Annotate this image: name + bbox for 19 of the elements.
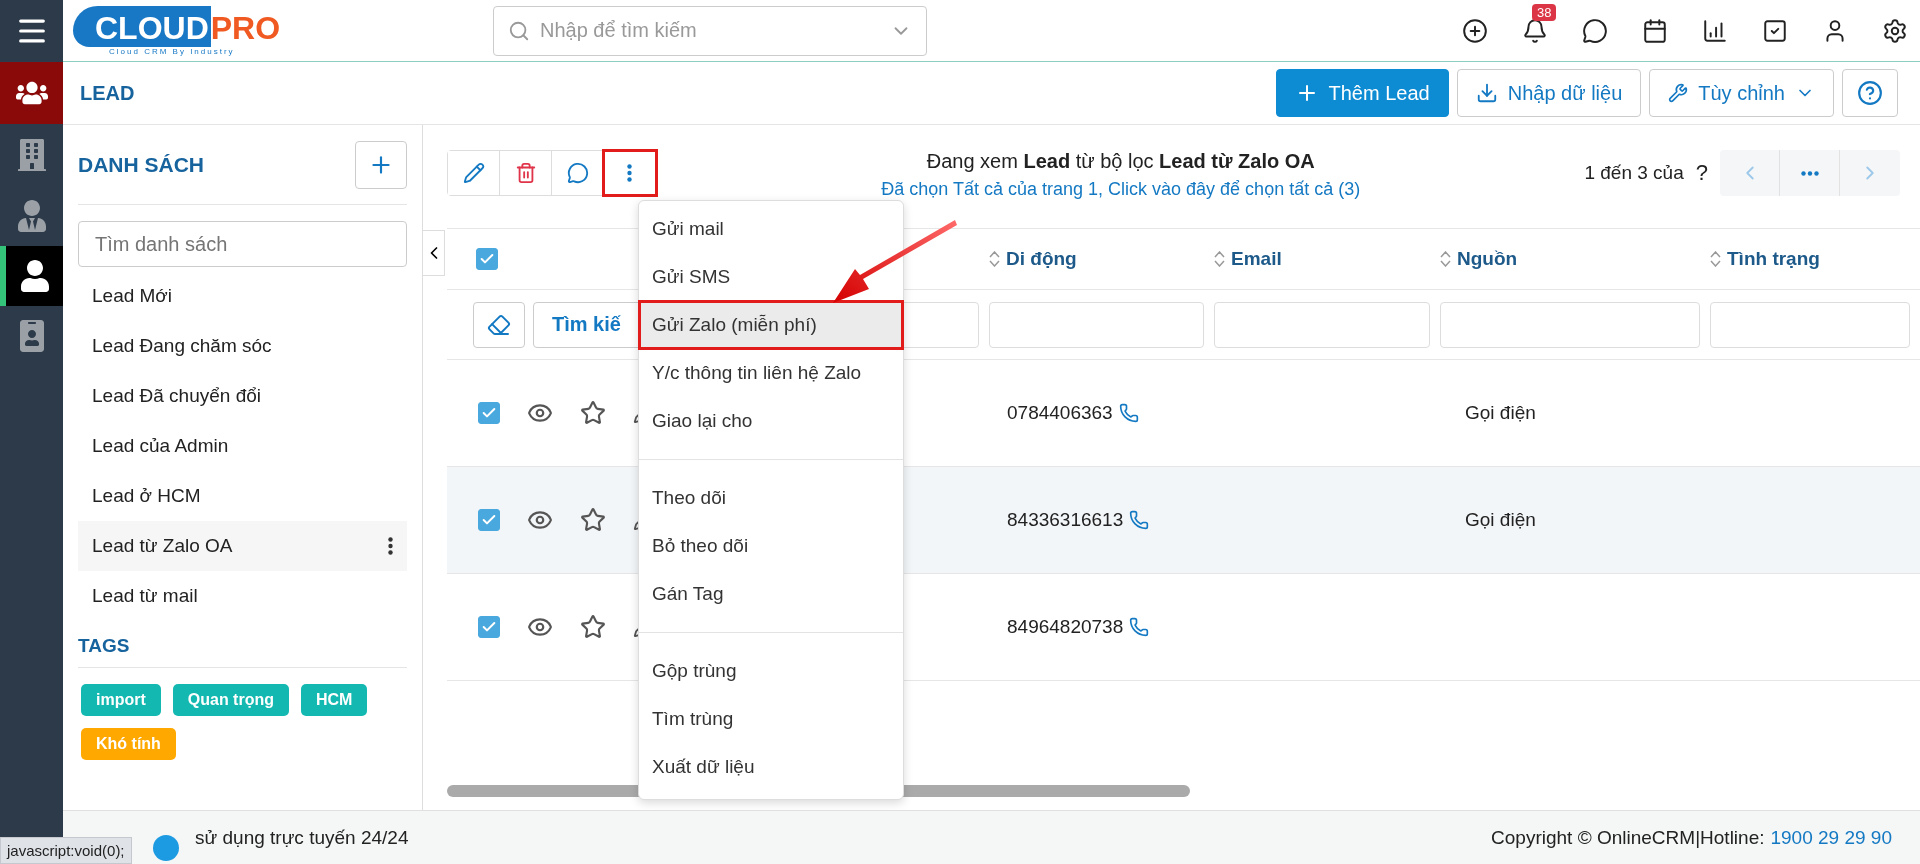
phone-number: 0784406363: [1007, 402, 1113, 424]
search-placeholder: Nhập để tìm kiếm: [540, 19, 698, 42]
page-range: 1 đến 3 của: [1584, 162, 1684, 184]
list-section-title: DANH SÁCH: [78, 152, 204, 177]
notification-badge: 38: [1532, 3, 1557, 21]
source-text: Gọi điện: [1465, 402, 1536, 424]
logo-text: CLOUD: [73, 5, 211, 47]
copyright-text: Copyright © OnlineCRM|Hotline:: [1491, 826, 1765, 849]
tags-title: TAGS: [78, 635, 130, 656]
phone-number: 84964820738: [1007, 616, 1124, 638]
total-count: ?: [1695, 160, 1708, 186]
page-title: LEAD: [80, 81, 135, 105]
support-text: sử dụng trực tuyến 24/24: [195, 826, 409, 849]
source-text: Gọi điện: [1465, 509, 1536, 531]
logo-text: PRO: [210, 9, 281, 47]
logo-tagline: Cloud CRM By Industry: [108, 46, 236, 56]
status-tooltip: javascript:void(0);: [0, 837, 132, 864]
view-info-text: Đang xem Lead từ bộ lọc Lead từ Zalo OA: [926, 150, 1315, 173]
phone-number: 84336316613: [1007, 509, 1124, 531]
